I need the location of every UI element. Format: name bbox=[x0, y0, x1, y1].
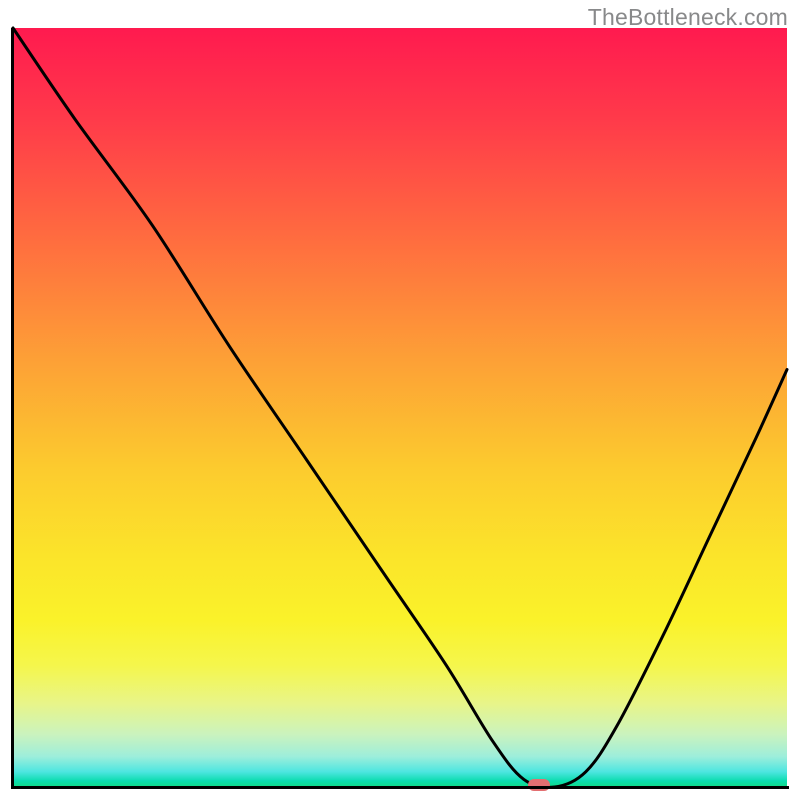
y-axis bbox=[11, 28, 14, 789]
watermark-text: TheBottleneck.com bbox=[588, 4, 788, 31]
bottleneck-curve bbox=[13, 28, 787, 787]
plot-area bbox=[13, 28, 787, 787]
optimal-marker bbox=[528, 779, 550, 791]
bottleneck-chart: TheBottleneck.com bbox=[0, 0, 800, 800]
x-axis bbox=[11, 786, 789, 789]
